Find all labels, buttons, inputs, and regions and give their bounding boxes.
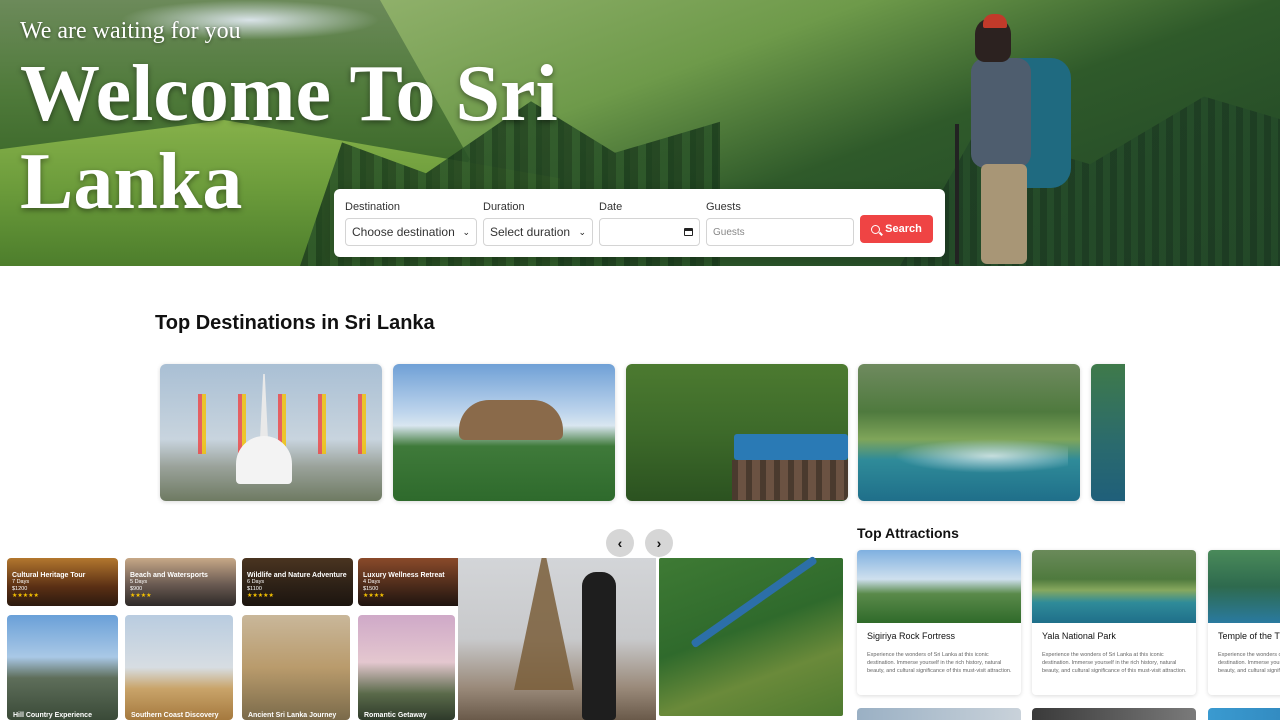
experience-tile-label: Romantic Getaway <box>364 712 427 719</box>
attraction-card-next-row[interactable] <box>857 708 1021 720</box>
attraction-image <box>1208 550 1280 623</box>
tour-rating: ★★★★ <box>130 593 152 599</box>
tour-price: $900 <box>130 586 143 592</box>
tour-price: $1500 <box>363 586 379 592</box>
bridge-image <box>732 460 848 500</box>
stupa-image <box>236 374 292 484</box>
tour-card[interactable]: Beach and Watersports 5 Days $900 ★★★★ <box>125 558 236 606</box>
guests-field: Guests Guests <box>706 201 854 246</box>
guests-input[interactable]: Guests <box>706 218 854 246</box>
duration-field: Duration Select duration ⌄ <box>483 201 593 246</box>
experience-tile[interactable]: Romantic Getaway <box>358 615 455 720</box>
hero-banner: We are waiting for you Welcome To Sri La… <box>0 0 1280 266</box>
train-track-image <box>690 555 818 649</box>
duration-label: Duration <box>483 201 525 213</box>
search-button[interactable]: Search <box>860 215 933 243</box>
destination-card-stupa[interactable] <box>160 364 382 501</box>
tour-days: 5 Days <box>130 579 148 585</box>
carousel-prev-button[interactable]: ‹ <box>606 529 634 557</box>
attraction-description: Experience the wonders of Sri Lanka at t… <box>1218 652 1280 674</box>
guests-placeholder: Guests <box>713 226 745 238</box>
date-label: Date <box>599 201 623 213</box>
tour-days: 4 Days <box>363 579 381 585</box>
attraction-card[interactable]: Yala National Park Experience the wonder… <box>1032 550 1196 695</box>
tour-name: Luxury Wellness Retreat <box>363 572 445 579</box>
tour-days: 6 Days <box>247 579 265 585</box>
destination-card-partial[interactable] <box>1091 364 1125 501</box>
destination-select[interactable]: Choose destination ⌄ <box>345 218 477 246</box>
tower-image <box>514 558 574 690</box>
destination-label: Destination <box>345 201 401 213</box>
destination-value: Choose destination <box>352 225 455 239</box>
experience-tile[interactable]: Southern Coast Discovery <box>125 615 233 720</box>
search-panel: Destination Choose destination ⌄ Duratio… <box>334 189 945 257</box>
rock-fortress-image <box>459 400 563 440</box>
coast-image <box>878 436 1068 476</box>
traveler-image <box>582 572 616 720</box>
duration-value: Select duration <box>490 225 571 239</box>
guests-label: Guests <box>706 201 741 213</box>
destination-card-sigiriya[interactable] <box>393 364 615 501</box>
attraction-card[interactable]: Temple of the T Experience the wonders o… <box>1208 550 1280 695</box>
eiffel-tower-photo <box>458 558 656 720</box>
tour-price: $1100 <box>247 586 262 592</box>
destinations-carousel <box>157 361 1125 507</box>
tour-price: $1200 <box>12 586 28 592</box>
attraction-image <box>1032 550 1196 623</box>
tour-days: 7 Days <box>12 579 30 585</box>
chevron-down-icon: ⌄ <box>578 226 586 237</box>
hero-hiker-image <box>955 14 1075 266</box>
duration-select[interactable]: Select duration ⌄ <box>483 218 593 246</box>
destinations-heading: Top Destinations in Sri Lanka <box>155 312 435 334</box>
search-icon <box>871 224 881 234</box>
date-field: Date <box>599 201 700 246</box>
tour-name: Wildlife and Nature Adventure <box>247 572 347 579</box>
attractions-heading: Top Attractions <box>857 525 959 541</box>
attraction-name: Yala National Park <box>1042 631 1116 641</box>
chevron-right-icon: › <box>656 535 662 551</box>
page: We are waiting for you Welcome To Sri La… <box>0 0 1280 720</box>
carousel-next-button[interactable]: › <box>645 529 673 557</box>
chevron-left-icon: ‹ <box>617 535 623 551</box>
attraction-card[interactable]: Sigiriya Rock Fortress Experience the wo… <box>857 550 1021 695</box>
calendar-icon[interactable] <box>684 228 693 236</box>
tour-rating: ★★★★★ <box>12 593 39 599</box>
tour-name: Cultural Heritage Tour <box>12 572 86 579</box>
experience-tile-label: Hill Country Experience <box>13 712 92 719</box>
experience-tile-label: Ancient Sri Lanka Journey <box>248 712 337 719</box>
search-button-label: Search <box>885 223 922 235</box>
experience-tile-label: Southern Coast Discovery <box>131 712 219 719</box>
attraction-card-next-row[interactable] <box>1208 708 1280 720</box>
tour-card[interactable]: Cultural Heritage Tour 7 Days $1200 ★★★★… <box>7 558 118 606</box>
experience-tile[interactable]: Hill Country Experience <box>7 615 118 720</box>
attraction-name: Sigiriya Rock Fortress <box>867 631 956 641</box>
tour-card[interactable]: Wildlife and Nature Adventure 6 Days $11… <box>242 558 353 606</box>
destination-card-train[interactable] <box>626 364 848 501</box>
tour-name: Beach and Watersports <box>130 572 208 579</box>
chevron-down-icon: ⌄ <box>462 226 470 237</box>
tour-rating: ★★★★★ <box>247 593 274 599</box>
destination-card-coast[interactable] <box>858 364 1080 501</box>
attraction-card-next-row[interactable] <box>1032 708 1196 720</box>
tour-rating: ★★★★ <box>363 593 385 599</box>
tour-card[interactable]: Luxury Wellness Retreat 4 Days $1500 ★★★… <box>358 558 469 606</box>
hero-tagline: We are waiting for you <box>20 18 241 44</box>
train-image <box>734 434 848 460</box>
attraction-name: Temple of the T <box>1218 631 1280 641</box>
destination-field: Destination Choose destination ⌄ <box>345 201 477 246</box>
railway-photo <box>659 555 843 716</box>
attraction-description: Experience the wonders of Sri Lanka at t… <box>867 652 1012 674</box>
date-input[interactable] <box>599 218 700 246</box>
experience-tile[interactable]: Ancient Sri Lanka Journey <box>242 615 350 720</box>
attraction-image <box>857 550 1021 623</box>
attraction-description: Experience the wonders of Sri Lanka at t… <box>1042 652 1187 674</box>
